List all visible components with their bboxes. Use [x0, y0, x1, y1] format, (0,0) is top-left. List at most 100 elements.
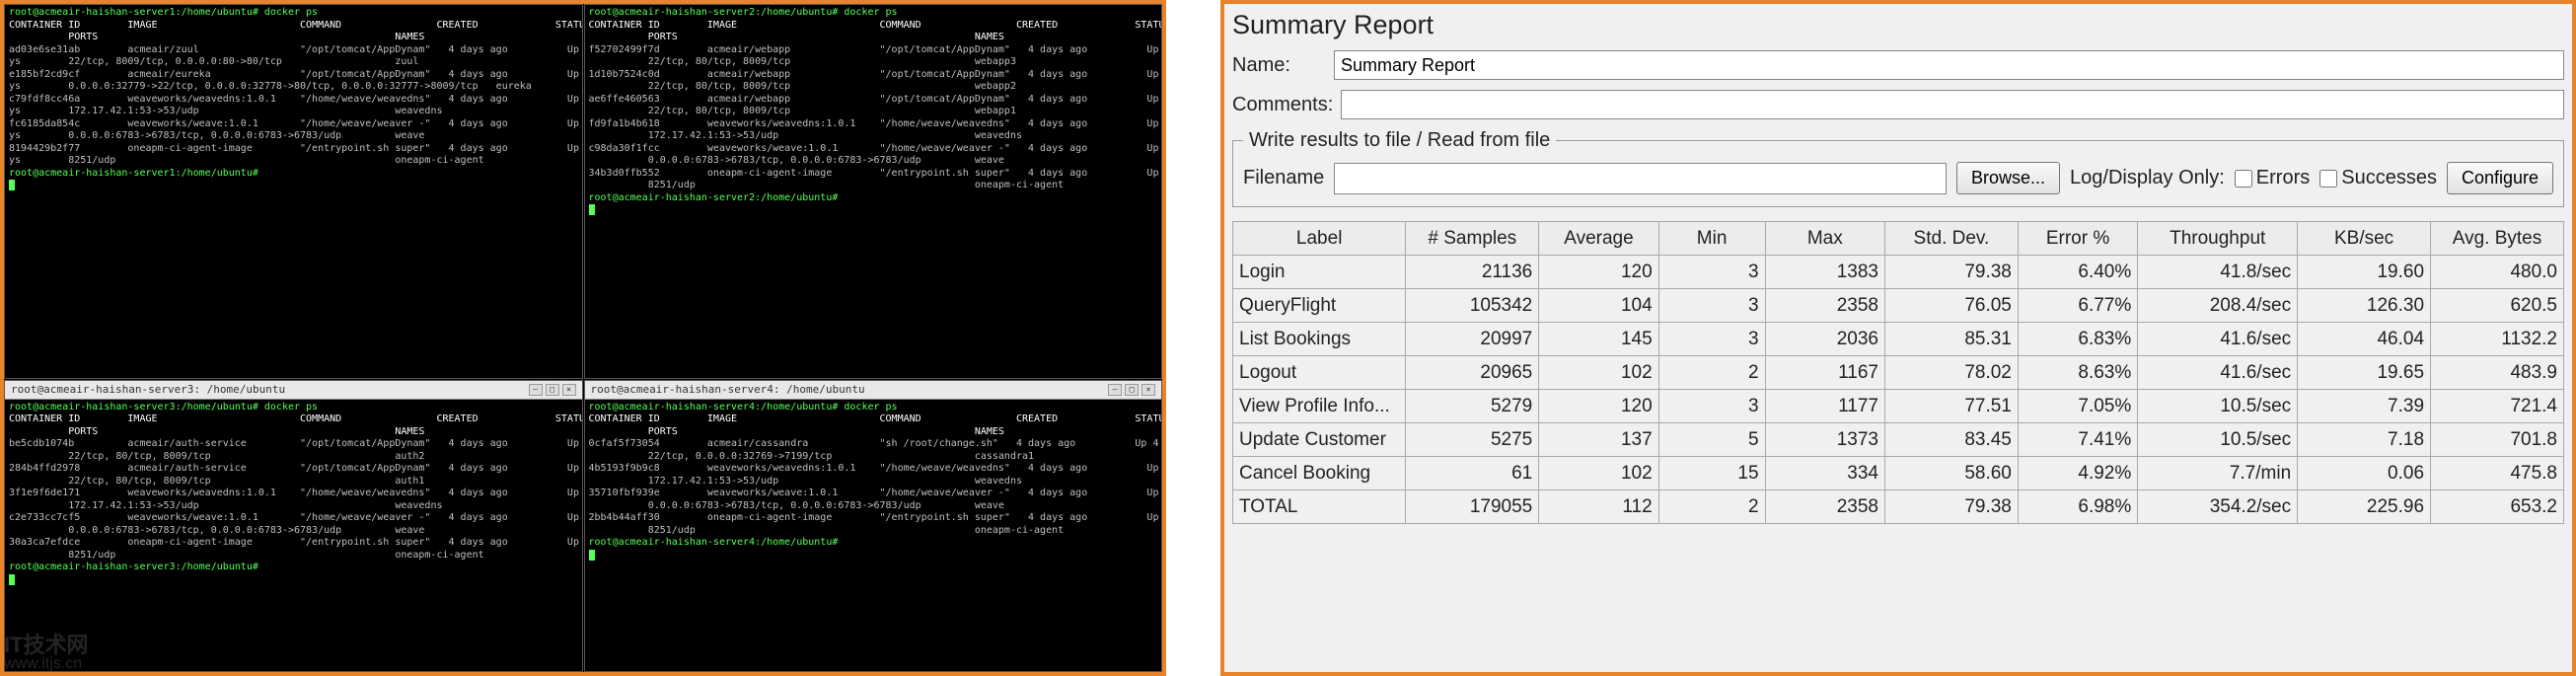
- name-input[interactable]: [1334, 50, 2564, 80]
- terminal-3[interactable]: root@acmeair-haishan-server3: /home/ubun…: [4, 380, 583, 672]
- terminal-grid: root@acmeair-haishan-server1:/home/ubunt…: [0, 0, 1166, 676]
- cell-avgbytes: 480.0: [2431, 256, 2564, 289]
- col-stddev[interactable]: Std. Dev.: [1884, 222, 2018, 256]
- col-samples[interactable]: # Samples: [1406, 222, 1539, 256]
- col-max[interactable]: Max: [1765, 222, 1884, 256]
- cell-throughput: 10.5/sec: [2138, 423, 2298, 457]
- close-icon[interactable]: ×: [1141, 384, 1155, 396]
- terminal-4[interactable]: root@acmeair-haishan-server4: /home/ubun…: [584, 380, 1163, 672]
- cell-avgbytes: 721.4: [2431, 390, 2564, 423]
- successes-label: Successes: [2341, 167, 2437, 189]
- minimize-icon[interactable]: –: [1108, 384, 1122, 396]
- col-avgbytes[interactable]: Avg. Bytes: [2431, 222, 2564, 256]
- cell-label: Cancel Booking: [1233, 457, 1406, 490]
- cell-stddev: 79.38: [1884, 256, 2018, 289]
- cell-samples: 5275: [1406, 423, 1539, 457]
- col-min[interactable]: Min: [1658, 222, 1765, 256]
- cell-throughput: 41.8/sec: [2138, 256, 2298, 289]
- table-row[interactable]: Login211361203138379.386.40%41.8/sec19.6…: [1233, 256, 2564, 289]
- comments-label: Comments:: [1232, 94, 1333, 116]
- logdisplay-label: Log/Display Only:: [2070, 167, 2225, 189]
- cell-throughput: 41.6/sec: [2138, 323, 2298, 356]
- cell-avgbytes: 653.2: [2431, 490, 2564, 524]
- terminal-3-titlebar[interactable]: root@acmeair-haishan-server3: /home/ubun…: [5, 381, 582, 400]
- terminal-2-body[interactable]: root@acmeair-haishan-server2:/home/ubunt…: [585, 5, 1162, 219]
- cell-error: 4.92%: [2018, 457, 2137, 490]
- maximize-icon[interactable]: □: [546, 384, 559, 396]
- cell-label: View Profile Info...: [1233, 390, 1406, 423]
- cell-stddev: 76.05: [1884, 289, 2018, 323]
- col-kbsec[interactable]: KB/sec: [2298, 222, 2431, 256]
- minimize-icon[interactable]: –: [529, 384, 543, 396]
- summary-report-panel: Summary Report Name: Comments: Write res…: [1220, 0, 2576, 676]
- successes-checkbox[interactable]: [2319, 170, 2337, 188]
- cell-max: 334: [1765, 457, 1884, 490]
- cell-stddev: 83.45: [1884, 423, 2018, 457]
- cell-label: Logout: [1233, 356, 1406, 390]
- col-average[interactable]: Average: [1539, 222, 1658, 256]
- file-fieldset: Write results to file / Read from file F…: [1232, 129, 2564, 207]
- cell-samples: 21136: [1406, 256, 1539, 289]
- table-row[interactable]: View Profile Info...52791203117777.517.0…: [1233, 390, 2564, 423]
- cell-kbsec: 7.18: [2298, 423, 2431, 457]
- results-table: Label # Samples Average Min Max Std. Dev…: [1232, 221, 2564, 524]
- cell-error: 6.98%: [2018, 490, 2137, 524]
- cell-samples: 105342: [1406, 289, 1539, 323]
- terminal-4-title: root@acmeair-haishan-server4: /home/ubun…: [591, 383, 865, 397]
- terminal-3-title: root@acmeair-haishan-server3: /home/ubun…: [11, 383, 285, 397]
- table-row[interactable]: List Bookings209971453203685.316.83%41.6…: [1233, 323, 2564, 356]
- cell-throughput: 354.2/sec: [2138, 490, 2298, 524]
- cell-error: 6.83%: [2018, 323, 2137, 356]
- fieldset-legend: Write results to file / Read from file: [1243, 129, 1556, 152]
- cell-max: 1167: [1765, 356, 1884, 390]
- cell-kbsec: 0.06: [2298, 457, 2431, 490]
- cell-samples: 5279: [1406, 390, 1539, 423]
- table-row[interactable]: TOTAL1790551122235879.386.98%354.2/sec22…: [1233, 490, 2564, 524]
- name-label: Name:: [1232, 54, 1326, 77]
- cell-average: 102: [1539, 356, 1658, 390]
- close-icon[interactable]: ×: [562, 384, 576, 396]
- cell-stddev: 85.31: [1884, 323, 2018, 356]
- terminal-4-body[interactable]: root@acmeair-haishan-server4:/home/ubunt…: [585, 400, 1162, 564]
- cell-max: 2358: [1765, 289, 1884, 323]
- cell-label: Update Customer: [1233, 423, 1406, 457]
- cell-error: 6.77%: [2018, 289, 2137, 323]
- table-row[interactable]: Cancel Booking611021533458.604.92%7.7/mi…: [1233, 457, 2564, 490]
- cell-error: 7.41%: [2018, 423, 2137, 457]
- cell-label: Login: [1233, 256, 1406, 289]
- cell-samples: 20997: [1406, 323, 1539, 356]
- cell-average: 112: [1539, 490, 1658, 524]
- cell-average: 102: [1539, 457, 1658, 490]
- filename-label: Filename: [1243, 167, 1324, 189]
- terminal-1[interactable]: root@acmeair-haishan-server1:/home/ubunt…: [4, 4, 583, 379]
- errors-label: Errors: [2256, 167, 2310, 189]
- table-row[interactable]: QueryFlight1053421043235876.056.77%208.4…: [1233, 289, 2564, 323]
- cell-avgbytes: 701.8: [2431, 423, 2564, 457]
- cell-stddev: 79.38: [1884, 490, 2018, 524]
- maximize-icon[interactable]: □: [1125, 384, 1139, 396]
- terminal-4-titlebar[interactable]: root@acmeair-haishan-server4: /home/ubun…: [585, 381, 1162, 400]
- cell-average: 137: [1539, 423, 1658, 457]
- table-row[interactable]: Logout209651022116778.028.63%41.6/sec19.…: [1233, 356, 2564, 390]
- cell-min: 2: [1658, 356, 1765, 390]
- terminal-1-body[interactable]: root@acmeair-haishan-server1:/home/ubunt…: [5, 5, 582, 194]
- errors-checkbox[interactable]: [2235, 170, 2252, 188]
- cell-kbsec: 19.60: [2298, 256, 2431, 289]
- cell-stddev: 78.02: [1884, 356, 2018, 390]
- filename-input[interactable]: [1334, 163, 1947, 194]
- comments-input[interactable]: [1341, 90, 2564, 119]
- col-error[interactable]: Error %: [2018, 222, 2137, 256]
- col-label[interactable]: Label: [1233, 222, 1406, 256]
- cell-label: TOTAL: [1233, 490, 1406, 524]
- table-row[interactable]: Update Customer52751375137383.457.41%10.…: [1233, 423, 2564, 457]
- cell-error: 6.40%: [2018, 256, 2137, 289]
- report-title: Summary Report: [1232, 10, 2564, 40]
- terminal-3-body[interactable]: root@acmeair-haishan-server3:/home/ubunt…: [5, 400, 582, 589]
- terminal-2[interactable]: root@acmeair-haishan-server2:/home/ubunt…: [584, 4, 1163, 379]
- browse-button[interactable]: Browse...: [1956, 162, 2060, 194]
- cell-throughput: 7.7/min: [2138, 457, 2298, 490]
- configure-button[interactable]: Configure: [2447, 162, 2553, 194]
- cell-average: 120: [1539, 256, 1658, 289]
- col-throughput[interactable]: Throughput: [2138, 222, 2298, 256]
- cell-min: 3: [1658, 390, 1765, 423]
